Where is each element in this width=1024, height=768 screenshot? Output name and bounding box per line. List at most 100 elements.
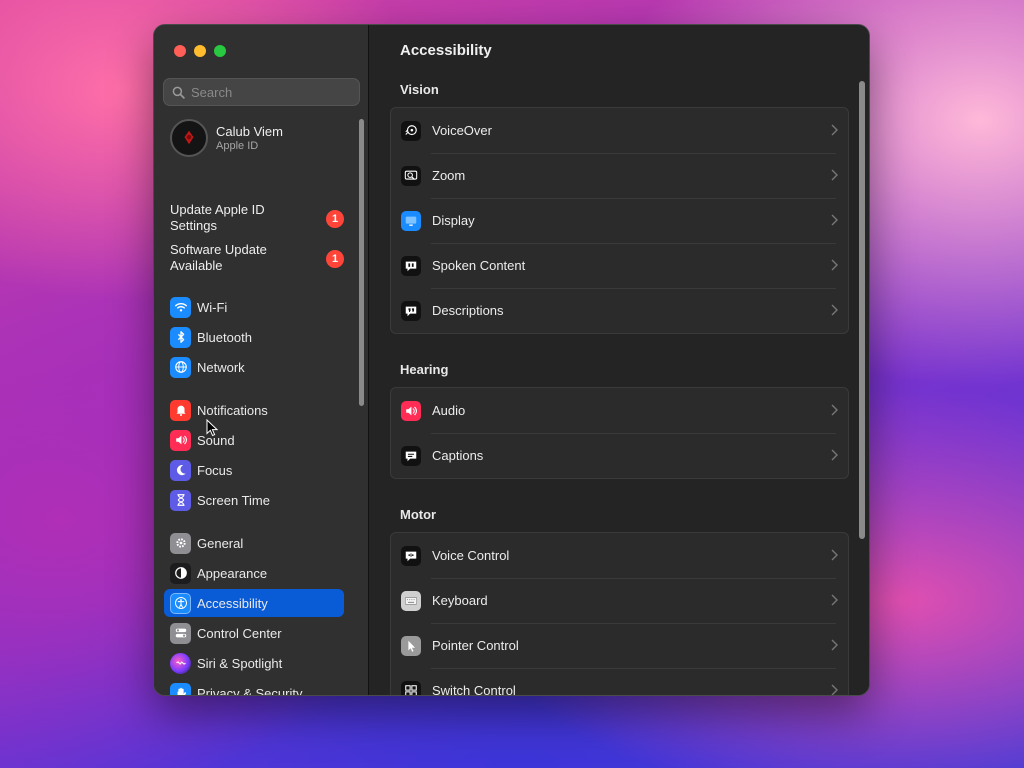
sidebar-item-label: Bluetooth <box>197 329 252 345</box>
sidebar-item-label: Focus <box>197 462 233 478</box>
chevron-right-icon <box>831 214 838 226</box>
main-pane: Accessibility Vision VoiceOver Zoom Disp… <box>369 25 869 695</box>
sidebar-item-label: Siri & Spotlight <box>197 655 283 671</box>
section-heading-hearing: Hearing <box>400 362 449 377</box>
avatar <box>170 119 208 157</box>
zoom-window-button[interactable] <box>214 45 226 57</box>
zoom-icon <box>401 165 421 186</box>
appearance-icon <box>170 562 191 584</box>
apple-id-account[interactable]: Calub Viem Apple ID <box>170 119 283 157</box>
chevron-right-icon <box>831 404 838 416</box>
notification-badge: 1 <box>326 250 344 268</box>
update-apple-id-settings-item[interactable]: Update Apple ID Settings 1 <box>170 202 350 234</box>
vision-group: VoiceOver Zoom Display Spoken Content De… <box>390 107 849 334</box>
row-label: Audio <box>432 403 466 418</box>
bluetooth-icon <box>170 326 191 348</box>
sidebar-item-accessibility[interactable]: Accessibility <box>164 589 344 617</box>
hourglass-icon <box>170 489 191 511</box>
main-scrollbar[interactable] <box>859 81 865 539</box>
sidebar-item-sound[interactable]: Sound <box>164 426 344 454</box>
accessibility-icon <box>170 592 191 614</box>
sidebar-item-label: Privacy & Security <box>197 685 303 696</box>
sidebar-item-control-center[interactable]: Control Center <box>164 619 344 647</box>
spoken-content-icon <box>401 255 421 276</box>
window-controls <box>174 45 226 57</box>
sidebar-item-label: Screen Time <box>197 492 270 508</box>
sidebar-scroll-area: Calub Viem Apple ID Update Apple ID Sett… <box>154 113 368 695</box>
sidebar-item-bluetooth[interactable]: Bluetooth <box>164 323 344 351</box>
sidebar-item-label: Accessibility <box>197 595 268 611</box>
voiceover-icon <box>401 120 421 141</box>
chevron-right-icon <box>831 449 838 461</box>
alert-label: Update Apple ID Settings <box>170 202 265 233</box>
sidebar-item-label: Appearance <box>197 565 268 581</box>
row-spoken-content[interactable]: Spoken Content <box>391 243 848 288</box>
sidebar-item-label: General <box>197 535 244 551</box>
row-label: Descriptions <box>432 303 504 318</box>
account-name: Calub Viem <box>216 124 283 139</box>
sidebar-item-label: Wi-Fi <box>197 299 228 315</box>
display-icon <box>401 210 421 231</box>
row-switch-control[interactable]: Switch Control <box>391 668 848 695</box>
sidebar: Calub Viem Apple ID Update Apple ID Sett… <box>154 25 369 695</box>
voice-control-icon <box>401 545 421 566</box>
row-zoom[interactable]: Zoom <box>391 153 848 198</box>
alert-label: Software Update Available <box>170 242 267 273</box>
software-update-item[interactable]: Software Update Available 1 <box>170 242 350 274</box>
chevron-right-icon <box>831 169 838 181</box>
moon-icon <box>170 459 191 481</box>
sidebar-item-screen-time[interactable]: Screen Time <box>164 486 344 514</box>
siri-icon <box>170 652 191 674</box>
row-label: Switch Control <box>432 683 516 695</box>
row-captions[interactable]: Captions <box>391 433 848 478</box>
row-label: Display <box>432 213 475 228</box>
sidebar-item-label: Notifications <box>197 402 268 418</box>
row-label: Keyboard <box>432 593 488 608</box>
section-heading-motor: Motor <box>400 507 437 522</box>
row-label: Spoken Content <box>432 258 526 273</box>
sidebar-scrollbar[interactable] <box>359 119 364 406</box>
sidebar-item-label: Control Center <box>197 625 282 641</box>
page-title: Accessibility <box>400 42 492 59</box>
descriptions-icon <box>401 300 421 321</box>
bell-icon <box>170 399 191 421</box>
switch-control-icon <box>401 680 421 695</box>
row-label: VoiceOver <box>432 123 492 138</box>
speaker-icon <box>170 429 191 451</box>
chevron-right-icon <box>831 124 838 136</box>
search-field[interactable] <box>163 78 360 106</box>
sidebar-item-notifications[interactable]: Notifications <box>164 396 344 424</box>
row-keyboard[interactable]: Keyboard <box>391 578 848 623</box>
row-pointer-control[interactable]: Pointer Control <box>391 623 848 668</box>
sidebar-item-siri-spotlight[interactable]: Siri & Spotlight <box>164 649 344 677</box>
row-label: Pointer Control <box>432 638 519 653</box>
captions-icon <box>401 445 421 466</box>
row-voiceover[interactable]: VoiceOver <box>391 108 848 153</box>
sidebar-item-wifi[interactable]: Wi-Fi <box>164 293 344 321</box>
section-heading-vision: Vision <box>400 82 439 97</box>
sidebar-item-appearance[interactable]: Appearance <box>164 559 344 587</box>
minimize-window-button[interactable] <box>194 45 206 57</box>
globe-icon <box>170 356 191 378</box>
avatar-image-icon <box>184 130 194 145</box>
system-settings-window: Calub Viem Apple ID Update Apple ID Sett… <box>154 25 869 695</box>
row-voice-control[interactable]: Voice Control <box>391 533 848 578</box>
sidebar-item-network[interactable]: Network <box>164 353 344 381</box>
row-audio[interactable]: Audio <box>391 388 848 433</box>
row-label: Voice Control <box>432 548 510 563</box>
notification-badge: 1 <box>326 210 344 228</box>
sidebar-item-focus[interactable]: Focus <box>164 456 344 484</box>
search-input[interactable] <box>191 84 351 100</box>
search-icon <box>172 86 185 99</box>
chevron-right-icon <box>831 259 838 271</box>
pointer-control-icon <box>401 635 421 656</box>
chevron-right-icon <box>831 684 838 695</box>
row-descriptions[interactable]: Descriptions <box>391 288 848 333</box>
close-window-button[interactable] <box>174 45 186 57</box>
account-subtitle: Apple ID <box>216 140 259 152</box>
sidebar-item-general[interactable]: General <box>164 529 344 557</box>
row-display[interactable]: Display <box>391 198 848 243</box>
toggles-icon <box>170 622 191 644</box>
sidebar-item-privacy-security[interactable]: Privacy & Security <box>164 679 344 695</box>
row-label: Zoom <box>432 168 466 183</box>
